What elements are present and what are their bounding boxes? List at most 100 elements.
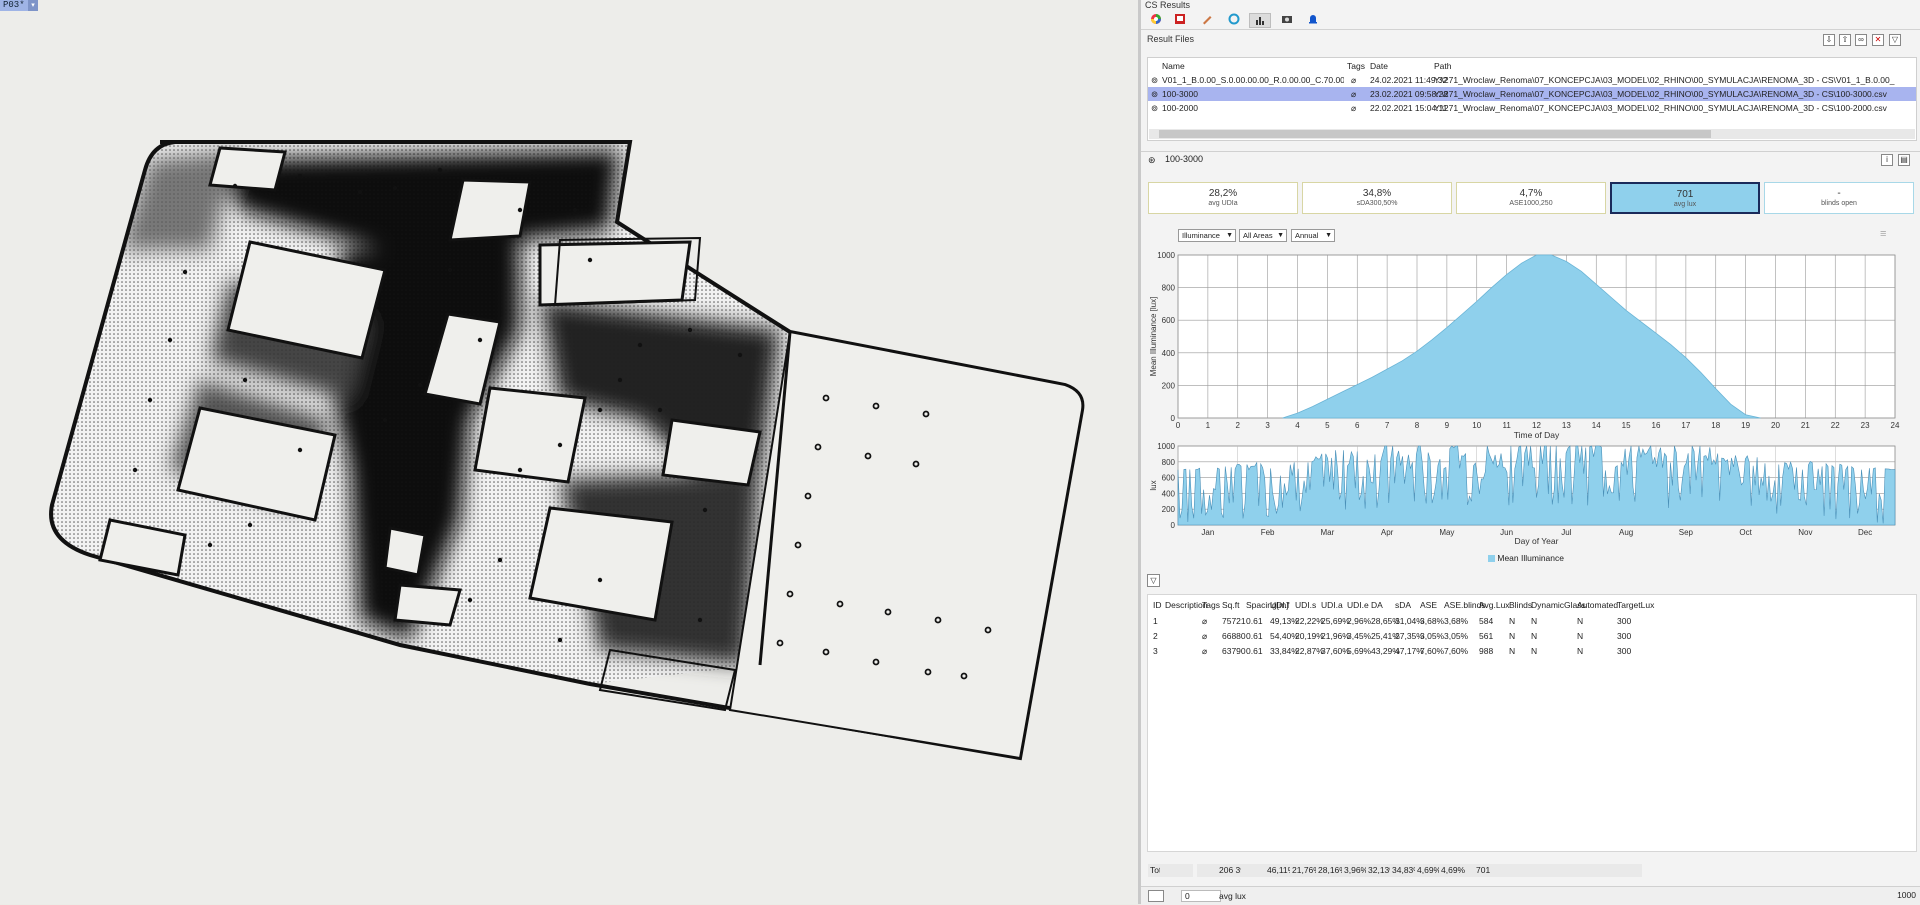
color-swatch-button[interactable] bbox=[1148, 890, 1164, 902]
result-file-icon: ⊚ bbox=[1151, 73, 1158, 87]
column-header[interactable]: ASE bbox=[1420, 598, 1437, 612]
table-row[interactable]: ⊚ 100-2000 ⌀ 22.02.2021 15:04:11 Y:\271_… bbox=[1148, 101, 1916, 115]
bar-chart-icon[interactable] bbox=[1249, 13, 1271, 28]
column-header-date[interactable]: Date bbox=[1370, 59, 1388, 73]
total-cell: 4,69% bbox=[1415, 864, 1439, 877]
chevron-down-icon: ▼ bbox=[1226, 230, 1233, 241]
sensor-point bbox=[168, 338, 172, 342]
area-select[interactable]: All Areas▼ bbox=[1239, 229, 1287, 242]
column-header[interactable]: sDA bbox=[1395, 598, 1411, 612]
table-cell: 2 bbox=[1153, 629, 1158, 643]
table-cell: 2,96% bbox=[1347, 614, 1371, 628]
table-cell: 66880 bbox=[1222, 629, 1246, 643]
totals-row: Total206 3946,11%21,76%28,16%3,96%32,13%… bbox=[1148, 864, 1768, 877]
chart-legend: Mean Illuminance bbox=[1488, 553, 1564, 563]
total-cell: 34,83% bbox=[1390, 864, 1415, 877]
sensor-point bbox=[298, 174, 302, 178]
kpi-ase[interactable]: 4,7% ASE1000,250 bbox=[1456, 182, 1606, 214]
file-name: 100-2000 bbox=[1162, 101, 1344, 115]
table-cell: 75721 bbox=[1222, 614, 1246, 628]
tag-icon[interactable]: ⌀ bbox=[1351, 73, 1356, 87]
camera-icon[interactable] bbox=[1276, 13, 1298, 28]
viewport-menu-chevron-icon[interactable]: ▾ bbox=[28, 0, 38, 11]
table-cell: 3,68% bbox=[1444, 614, 1468, 628]
info-icon[interactable]: i bbox=[1881, 154, 1893, 166]
scrollbar-thumb[interactable] bbox=[1159, 130, 1711, 138]
table-row[interactable]: ⊚ 100-3000 ⌀ 23.02.2021 09:58:28 Y:\271_… bbox=[1148, 87, 1916, 101]
tag-icon[interactable]: ⌀ bbox=[1202, 614, 1207, 628]
chevron-down-icon: ▼ bbox=[1277, 230, 1284, 241]
pen-icon[interactable] bbox=[1196, 13, 1218, 28]
table-row[interactable]: ⊚ V01_1_B.0.00_S.0.00.00.00_R.0.00.00_C.… bbox=[1148, 73, 1916, 87]
column-header[interactable]: Sq.ft bbox=[1222, 598, 1239, 612]
column-header[interactable]: Tags bbox=[1202, 598, 1220, 612]
kpi-avg-lux[interactable]: 701 avg lux bbox=[1610, 182, 1760, 214]
column-header[interactable]: UDI.s bbox=[1295, 598, 1316, 612]
column-header-path[interactable]: Path bbox=[1434, 59, 1452, 73]
plan-viewport[interactable]: P03* ▾ bbox=[0, 0, 1138, 904]
horizontal-scrollbar[interactable] bbox=[1149, 129, 1915, 139]
tag-icon[interactable]: ⌀ bbox=[1351, 87, 1356, 101]
sensor-point bbox=[738, 353, 742, 357]
kpi-sda[interactable]: 34,8% sDA300,50% bbox=[1302, 182, 1452, 214]
kpi-avg-udia[interactable]: 28,2% avg UDIa bbox=[1148, 182, 1298, 214]
column-header[interactable]: Blinds bbox=[1509, 598, 1532, 612]
metric-select[interactable]: Illuminance▼ bbox=[1178, 229, 1236, 242]
link-icon[interactable]: ∞ bbox=[1855, 34, 1867, 46]
tag-icon[interactable]: ⌀ bbox=[1202, 644, 1207, 658]
sensor-point bbox=[233, 184, 237, 188]
column-header[interactable]: ID bbox=[1153, 598, 1162, 612]
table-cell: 3 bbox=[1153, 644, 1158, 658]
table-cell: 0.61 bbox=[1246, 614, 1263, 628]
total-cell bbox=[1504, 864, 1526, 877]
upload-icon[interactable]: ⇧ bbox=[1839, 34, 1851, 46]
total-cell bbox=[1572, 864, 1612, 877]
close-icon[interactable]: ✕ bbox=[1872, 34, 1884, 46]
column-header[interactable]: UDI.a bbox=[1321, 598, 1343, 612]
total-cell bbox=[1197, 864, 1217, 877]
sensor-point bbox=[133, 468, 137, 472]
table-cell: 22,22% bbox=[1295, 614, 1324, 628]
column-header[interactable]: Automated bbox=[1577, 598, 1618, 612]
period-select[interactable]: Annual▼ bbox=[1291, 229, 1335, 242]
document-icon[interactable]: ▤ bbox=[1898, 154, 1910, 166]
column-header[interactable]: UDI.e bbox=[1347, 598, 1369, 612]
book-icon[interactable] bbox=[1169, 13, 1191, 28]
column-header[interactable]: Avg.Lux bbox=[1479, 598, 1510, 612]
sensor-point bbox=[438, 168, 442, 172]
range-max-input[interactable]: 1000 bbox=[1876, 890, 1916, 902]
panel-title: CS Results bbox=[1145, 0, 1190, 11]
total-cell bbox=[1160, 864, 1180, 877]
result-file-icon: ⊚ bbox=[1151, 101, 1158, 115]
table-cell: 1 bbox=[1153, 614, 1158, 628]
refresh-icon[interactable] bbox=[1223, 13, 1245, 28]
table-cell: 300 bbox=[1617, 614, 1631, 628]
column-header[interactable]: TargetLux bbox=[1617, 598, 1654, 612]
table-cell: 22,87% bbox=[1295, 644, 1324, 658]
kpi-label: blinds open bbox=[1765, 200, 1913, 207]
table-cell: 988 bbox=[1479, 644, 1493, 658]
filter-toggle-icon[interactable]: ▽ bbox=[1147, 574, 1160, 587]
column-header-tags[interactable]: Tags bbox=[1347, 59, 1365, 73]
kpi-blinds-open[interactable]: - blinds open bbox=[1764, 182, 1914, 214]
download-icon[interactable]: ⇩ bbox=[1823, 34, 1835, 46]
tag-icon[interactable]: ⌀ bbox=[1202, 629, 1207, 643]
column-header-name[interactable]: Name bbox=[1162, 59, 1185, 73]
filter-icon[interactable]: ▽ bbox=[1889, 34, 1901, 46]
sensor-point bbox=[558, 638, 562, 642]
illuminance-floor-plan[interactable] bbox=[0, 0, 1138, 904]
viewport-name[interactable]: P03* bbox=[0, 0, 28, 11]
column-header[interactable]: UDI.f bbox=[1270, 598, 1289, 612]
file-name: 100-3000 bbox=[1162, 87, 1344, 101]
color-wheel-icon[interactable] bbox=[1145, 13, 1167, 28]
chart-menu-icon[interactable]: ≡ bbox=[1880, 228, 1886, 240]
table-cell: N bbox=[1531, 614, 1537, 628]
table-cell: N bbox=[1531, 629, 1537, 643]
range-min-input[interactable]: 0 bbox=[1181, 890, 1221, 902]
bell-icon[interactable] bbox=[1302, 13, 1324, 28]
tag-icon[interactable]: ⌀ bbox=[1351, 101, 1356, 115]
result-icon: ⊛ bbox=[1148, 155, 1156, 166]
result-file-icon: ⊚ bbox=[1151, 87, 1158, 101]
column-header[interactable]: DA bbox=[1371, 598, 1383, 612]
legend-label: Mean Illuminance bbox=[1497, 553, 1564, 563]
